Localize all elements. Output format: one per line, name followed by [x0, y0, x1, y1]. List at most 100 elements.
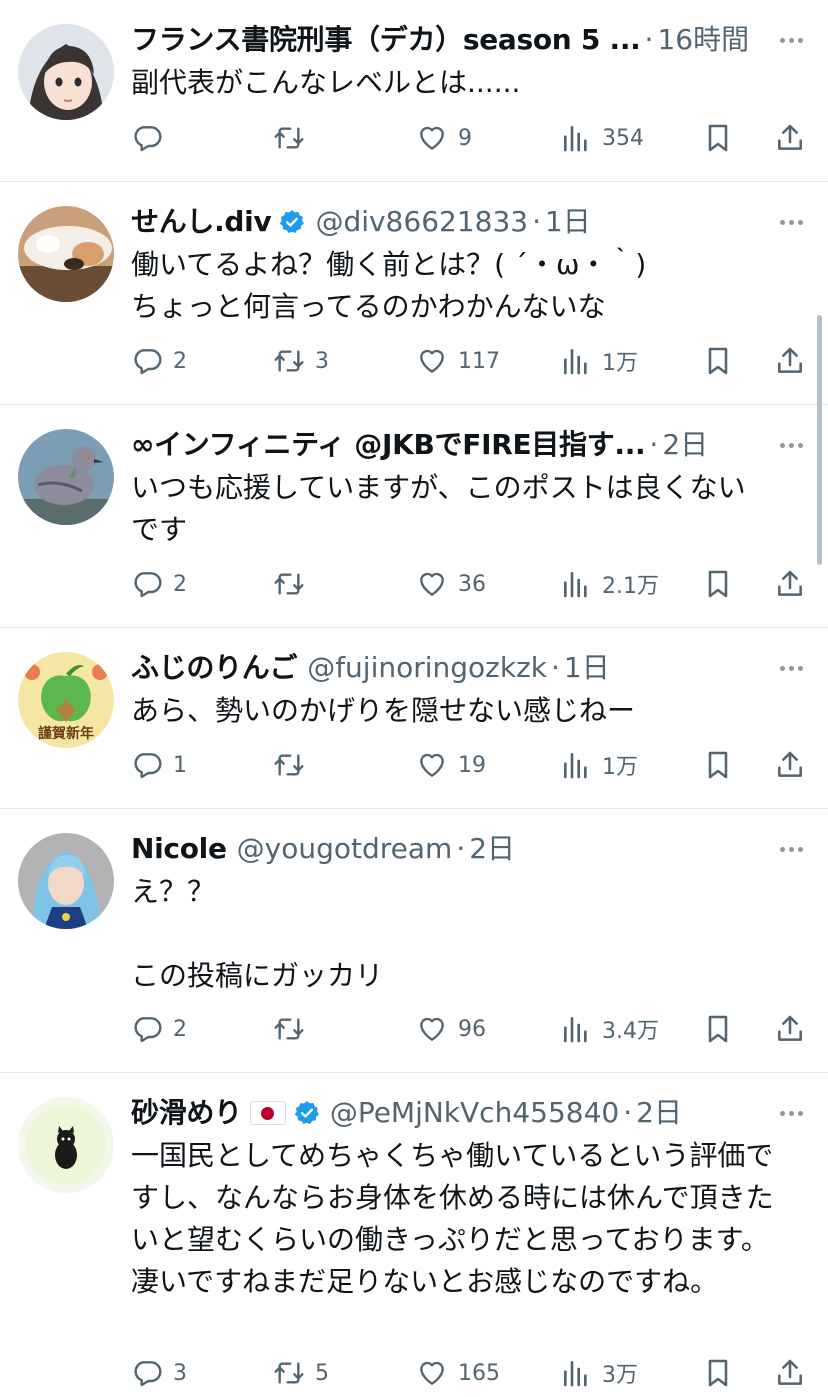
view-count: 1万 — [602, 351, 638, 376]
share-button[interactable] — [774, 114, 806, 162]
share-button[interactable] — [774, 337, 806, 385]
reply-count: 2 — [173, 1016, 187, 1042]
display-name[interactable]: フランス書院刑事（デカ）season 5 ... — [131, 20, 641, 60]
timestamp[interactable]: 2日 — [636, 1093, 682, 1133]
analytics-icon — [564, 126, 587, 152]
tweet-header: Nicole @yougotdream · 2日 — [131, 829, 758, 869]
like-button[interactable]: 19 — [416, 741, 486, 789]
display-name[interactable]: せんし.div — [131, 202, 272, 242]
share-button[interactable] — [774, 741, 806, 789]
retweet-icon — [274, 350, 304, 372]
user-handle[interactable]: @div86621833 — [315, 202, 528, 242]
timestamp[interactable]: 1日 — [564, 648, 610, 688]
retweet-button[interactable] — [273, 114, 315, 162]
views-button[interactable]: 3.4万 — [560, 1005, 659, 1053]
like-button[interactable]: 165 — [416, 1349, 500, 1397]
bookmark-button[interactable] — [702, 1349, 734, 1397]
reply-icon — [134, 753, 162, 779]
retweet-button[interactable] — [273, 741, 315, 789]
bookmark-button[interactable] — [702, 114, 734, 162]
timestamp[interactable]: 2日 — [662, 425, 708, 465]
more-options-icon[interactable] — [776, 425, 806, 465]
more-options-icon[interactable] — [776, 648, 806, 688]
bookmark-icon — [708, 124, 728, 152]
black-cat-avatar[interactable] — [18, 1097, 114, 1193]
views-button[interactable]: 2.1万 — [560, 560, 659, 608]
timestamp[interactable]: 1日 — [545, 202, 591, 242]
views-button[interactable]: 1万 — [560, 337, 638, 385]
views-button[interactable]: 1万 — [560, 741, 638, 789]
scrollbar-thumb[interactable] — [817, 315, 822, 565]
more-options-icon[interactable] — [776, 1093, 806, 1133]
retweet-button[interactable] — [273, 1005, 315, 1053]
display-name[interactable]: ∞インフィニティ @JKBでFIRE目指す... — [131, 425, 645, 465]
bookmark-button[interactable] — [702, 337, 734, 385]
anime-girl-avatar[interactable] — [18, 24, 114, 120]
reply-count: 2 — [173, 348, 187, 374]
tweet[interactable]: 砂滑めり @PeMjNkVch455840 · 2日 一国民としてめちゃくちゃ働… — [0, 1073, 828, 1395]
reply-button[interactable]: 2 — [131, 560, 187, 608]
bookmark-button[interactable] — [702, 560, 734, 608]
tweet-text: あら、勢いのかげりを隠せない感じねー — [131, 694, 636, 727]
like-button[interactable]: 117 — [416, 337, 500, 385]
tweet[interactable]: せんし.div @div86621833 · 1日 働いてるよね？働く前とは？(… — [0, 182, 828, 405]
tweet[interactable]: 謹賀新年 ふじのりんご @fujinoringozkzk · 1日 あら、勢いの… — [0, 628, 828, 809]
apple-new-year-avatar[interactable]: 謹賀新年 — [18, 652, 114, 748]
reply-button[interactable]: 1 — [131, 741, 187, 789]
views-button[interactable]: 354 — [560, 114, 644, 162]
retweet-icon — [274, 573, 304, 595]
timestamp[interactable]: 2日 — [469, 829, 515, 869]
separator-dot: · — [649, 428, 659, 461]
retweet-button[interactable]: 3 — [273, 337, 329, 385]
blue-hair-character-avatar[interactable] — [18, 833, 114, 929]
tweet-text: いつも応援していますが、このポストは良くない です — [131, 471, 746, 546]
display-name[interactable]: 砂滑めり — [131, 1093, 242, 1133]
user-handle[interactable]: @PeMjNkVch455840 — [330, 1093, 619, 1133]
action-bar: 1 19 1万 — [0, 741, 828, 789]
separator-dot: · — [532, 205, 541, 238]
analytics-icon — [564, 1017, 587, 1043]
share-button[interactable] — [774, 560, 806, 608]
retweet-icon — [274, 1362, 304, 1384]
analytics-icon — [564, 349, 587, 375]
tweet[interactable]: フランス書院刑事（デカ）season 5 ... · 16時間 副代表がこんなレ… — [0, 0, 828, 182]
tweet[interactable]: Nicole @yougotdream · 2日 え？？ この投稿にガッカリ 2… — [0, 809, 828, 1073]
tweet[interactable]: ∞インフィニティ @JKBでFIRE目指す... · 2日 いつも応援しています… — [0, 405, 828, 628]
avatar-caption: 謹賀新年 — [38, 726, 94, 742]
reply-icon — [134, 1361, 162, 1387]
tweet-header: ∞インフィニティ @JKBでFIRE目指す... · 2日 — [131, 425, 758, 465]
separator-dot: · — [551, 651, 560, 684]
timestamp[interactable]: 16時間 — [657, 20, 749, 60]
share-button[interactable] — [774, 1005, 806, 1053]
reply-feed: フランス書院刑事（デカ）season 5 ... · 16時間 副代表がこんなレ… — [0, 0, 828, 1395]
more-options-icon[interactable] — [776, 202, 806, 242]
like-button[interactable]: 36 — [416, 560, 486, 608]
bookmark-button[interactable] — [702, 741, 734, 789]
display-name[interactable]: Nicole — [131, 829, 227, 869]
reply-button[interactable]: 3 — [131, 1349, 187, 1397]
reply-button[interactable]: 2 — [131, 337, 187, 385]
reply-button[interactable]: 2 — [131, 1005, 187, 1053]
share-icon — [778, 124, 802, 150]
bookmark-button[interactable] — [702, 1005, 734, 1053]
pigeon-avatar[interactable] — [18, 429, 114, 525]
retweet-button[interactable] — [273, 560, 315, 608]
view-count: 1万 — [602, 755, 638, 780]
analytics-icon — [564, 753, 587, 779]
cat-paw-avatar[interactable] — [18, 206, 114, 302]
retweet-button[interactable]: 5 — [273, 1349, 329, 1397]
share-button[interactable] — [774, 1349, 806, 1397]
heart-icon — [420, 1361, 444, 1385]
like-button[interactable]: 96 — [416, 1005, 486, 1053]
more-options-icon[interactable] — [776, 829, 806, 869]
display-name[interactable]: ふじのりんご — [131, 648, 298, 688]
like-count: 96 — [458, 1016, 486, 1042]
reply-button[interactable] — [131, 114, 173, 162]
more-options-icon[interactable] — [776, 20, 806, 60]
user-handle[interactable]: @yougotdream — [237, 829, 453, 869]
japan-flag-icon — [249, 1101, 286, 1125]
views-button[interactable]: 3万 — [560, 1349, 638, 1397]
like-button[interactable]: 9 — [416, 114, 472, 162]
tweet-text: 副代表がこんなレベルとは...... — [131, 66, 521, 99]
user-handle[interactable]: @fujinoringozkzk — [307, 648, 547, 688]
